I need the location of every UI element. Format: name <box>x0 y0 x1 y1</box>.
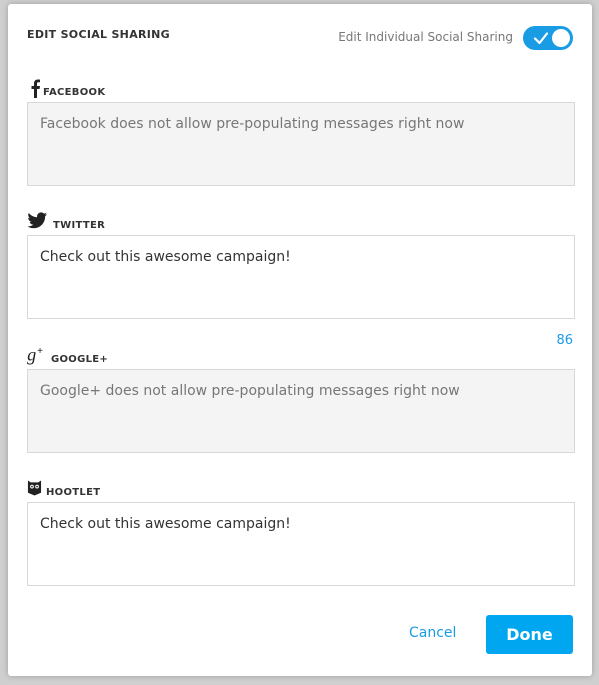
modal-header: EDIT SOCIAL SHARING Edit Individual Soci… <box>27 26 573 54</box>
google-plus-icon: g + <box>27 345 43 364</box>
cancel-button[interactable]: Cancel <box>409 625 456 641</box>
section-label-text: HOOTLET <box>46 487 101 498</box>
google-plus-message-field[interactable]: Google+ does not allow pre-populating me… <box>27 369 575 453</box>
section-label: TWITTER <box>27 209 575 235</box>
google-plus-section: g + GOOGLE+ Google+ does not allow pre-p… <box>27 343 575 453</box>
modal-title: EDIT SOCIAL SHARING <box>27 28 171 41</box>
svg-text:g: g <box>27 345 36 364</box>
toggle-knob <box>552 29 570 47</box>
edit-social-sharing-modal: EDIT SOCIAL SHARING Edit Individual Soci… <box>8 4 592 676</box>
facebook-message-field[interactable]: Facebook does not allow pre-populating m… <box>27 102 575 186</box>
section-label-text: TWITTER <box>53 220 106 231</box>
toggle-label: Edit Individual Social Sharing <box>338 30 513 44</box>
svg-text:+: + <box>37 346 43 357</box>
facebook-section: FACEBOOK Facebook does not allow pre-pop… <box>27 76 575 186</box>
section-label-text: FACEBOOK <box>43 87 106 98</box>
edit-individual-toggle[interactable] <box>523 26 573 50</box>
hootlet-section: HOOTLET Check out this awesome campaign! <box>27 476 575 586</box>
section-label-text: GOOGLE+ <box>51 354 109 365</box>
section-label: g + GOOGLE+ <box>27 343 575 369</box>
twitter-icon <box>27 212 48 229</box>
done-button[interactable]: Done <box>486 615 573 654</box>
section-label: FACEBOOK <box>27 76 575 102</box>
checkmark-icon <box>533 32 549 45</box>
twitter-section: TWITTER Check out this awesome campaign!… <box>27 209 575 348</box>
hootlet-message-field[interactable]: Check out this awesome campaign! <box>27 502 575 586</box>
hootlet-icon <box>27 480 42 496</box>
section-label: HOOTLET <box>27 476 575 502</box>
twitter-message-field[interactable]: Check out this awesome campaign! <box>27 235 575 319</box>
